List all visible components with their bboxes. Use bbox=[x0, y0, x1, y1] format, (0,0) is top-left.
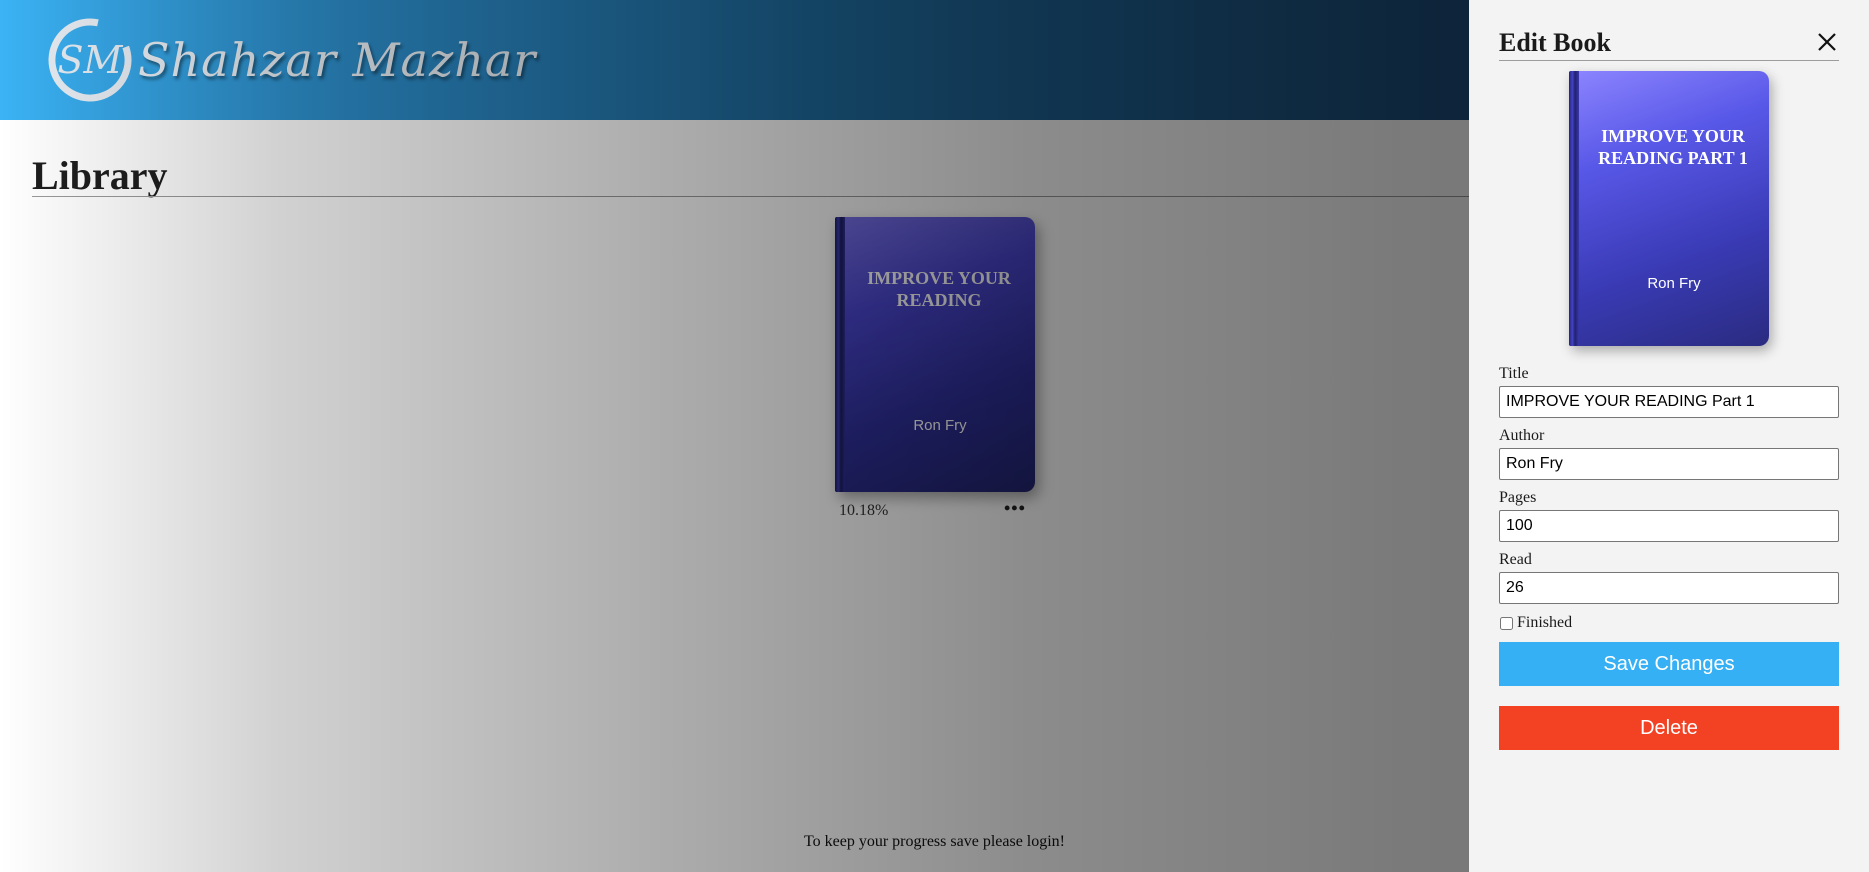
pages-input[interactable] bbox=[1499, 510, 1839, 542]
preview-cover-title: IMPROVE YOUR READING PART 1 bbox=[1598, 126, 1748, 168]
logo-monogram-icon: SM bbox=[46, 16, 134, 104]
book-cover-author: Ron Fry bbox=[913, 417, 967, 434]
finished-checkbox[interactable] bbox=[1500, 616, 1513, 630]
title-label: Title bbox=[1499, 365, 1529, 382]
book-spine bbox=[1569, 71, 1579, 346]
more-options-icon[interactable]: ••• bbox=[1004, 498, 1026, 519]
delete-button[interactable]: Delete bbox=[1499, 706, 1839, 750]
save-changes-button[interactable]: Save Changes bbox=[1499, 642, 1839, 686]
pages-label: Pages bbox=[1499, 489, 1537, 506]
title-input[interactable] bbox=[1499, 386, 1839, 418]
site-logo[interactable]: SM Shahzar Mazhar bbox=[46, 14, 536, 106]
page-title: Library bbox=[32, 153, 168, 198]
panel-title: Edit Book bbox=[1499, 28, 1611, 57]
book-preview: IMPROVE YOUR READING PART 1 Ron Fry bbox=[1569, 71, 1769, 346]
book-progress: 10.18% bbox=[839, 502, 889, 519]
read-label: Read bbox=[1499, 551, 1532, 568]
finished-row: Finished bbox=[1499, 614, 1572, 632]
logo-text: Shahzar Mazhar bbox=[138, 33, 537, 87]
preview-cover-author: Ron Fry bbox=[1647, 275, 1701, 292]
panel-divider bbox=[1499, 60, 1839, 61]
book-cover-title: IMPROVE YOUR READING bbox=[867, 268, 1011, 310]
book-card[interactable]: IMPROVE YOUR READING Ron Fry bbox=[835, 217, 1035, 492]
close-icon[interactable] bbox=[1815, 30, 1839, 54]
author-input[interactable] bbox=[1499, 448, 1839, 480]
finished-label: Finished bbox=[1517, 614, 1573, 631]
edit-book-panel: Edit Book IMPROVE YOUR READING PART 1 Ro… bbox=[1469, 0, 1869, 872]
author-label: Author bbox=[1499, 427, 1545, 444]
read-input[interactable] bbox=[1499, 572, 1839, 604]
book-spine bbox=[835, 217, 845, 492]
svg-text:SM: SM bbox=[58, 38, 124, 82]
